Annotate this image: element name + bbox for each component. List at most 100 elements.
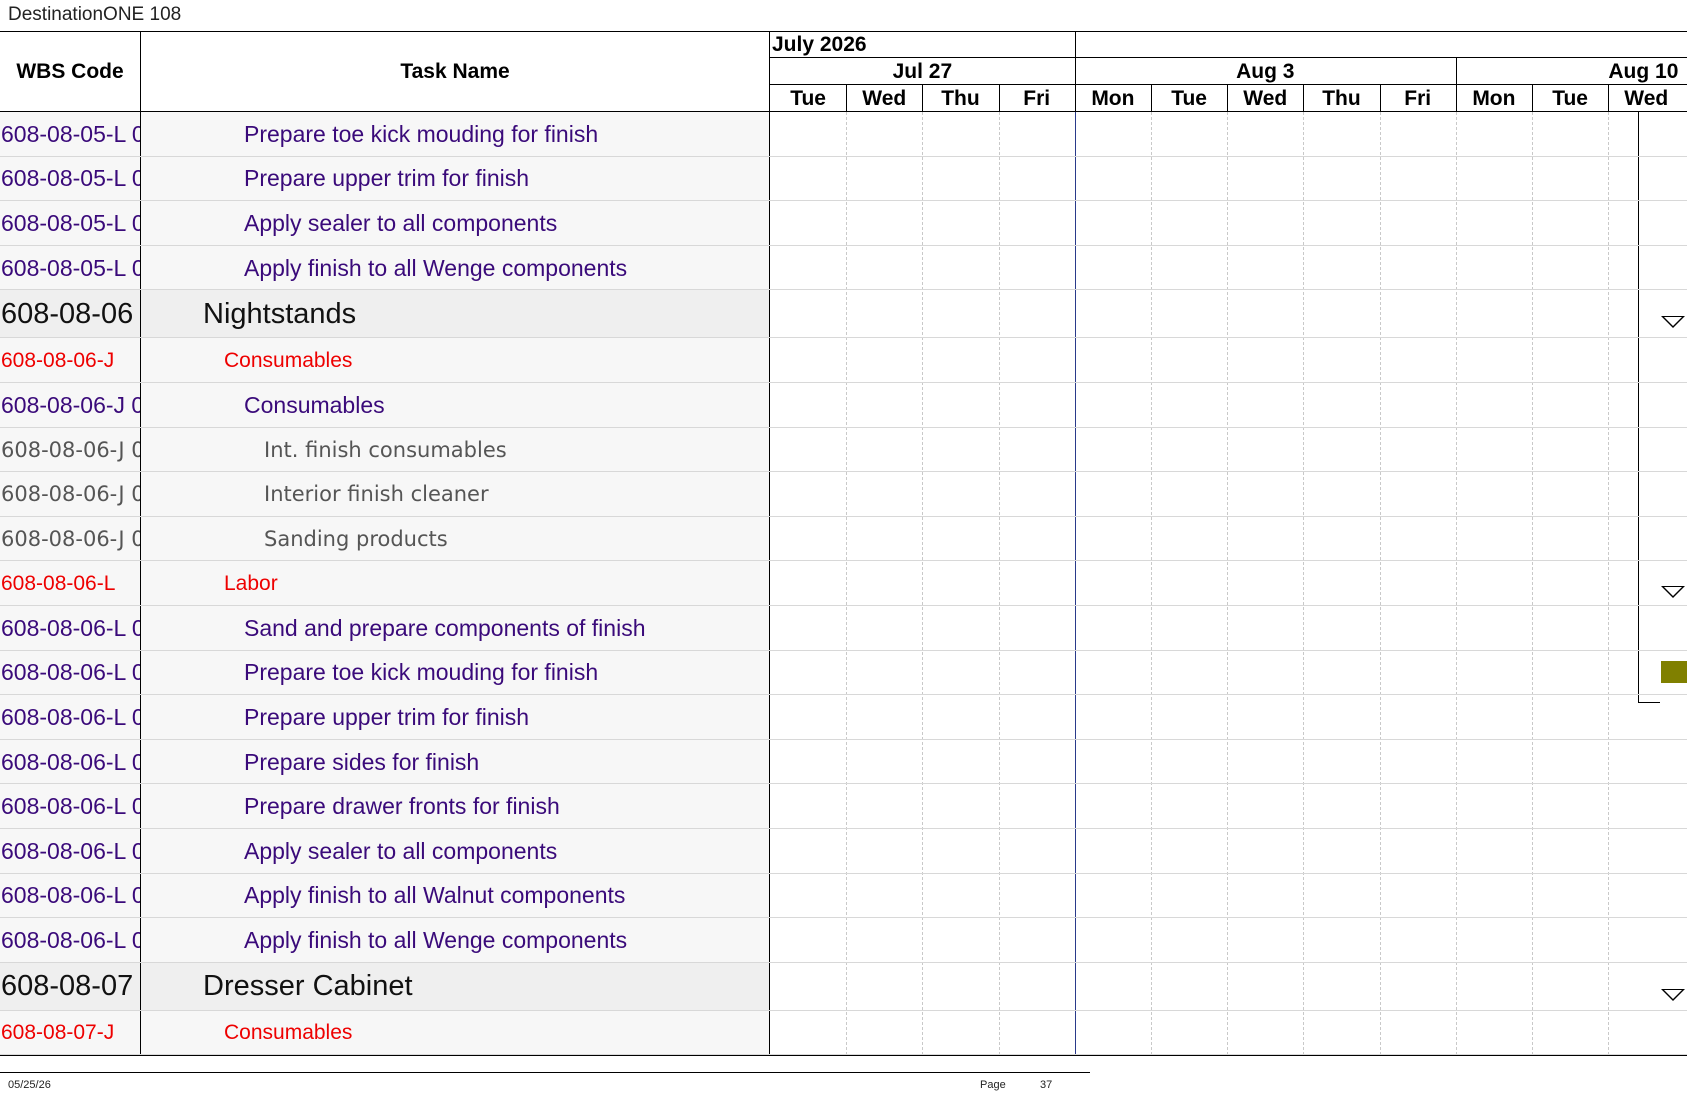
table-row[interactable]: 608-08-06-L 0 Prepare drawer fronts for f… [0, 784, 1687, 829]
table-row[interactable]: 608-08-06-J 01 Int. finish consumables [0, 427, 1687, 473]
wbs-code-cell: 608-08-05-L 0 [0, 112, 141, 157]
wbs-code-cell: 608-08-06-J 01 [0, 427, 141, 473]
summary-marker-icon [1661, 585, 1685, 598]
task-name-text: Sand and prepare components of finish [244, 614, 646, 641]
wbs-code-text: 608-08-06-L 0 [1, 614, 141, 641]
day-label: Tue [1171, 87, 1207, 110]
day-label: Tue [1552, 87, 1588, 110]
task-name-text: Apply finish to all Walnut components [244, 882, 626, 909]
day-header-divider [1379, 85, 1381, 112]
table-row[interactable]: 608-08-06-J 01 Interior finish cleaner [0, 472, 1687, 517]
summary-marker-icon [1661, 988, 1685, 1001]
table-row[interactable]: 608-08-07-J Consumables [0, 1010, 1687, 1056]
day-header-divider [998, 85, 1000, 112]
wbs-code-text: 608-08-06-L 0 [1, 703, 141, 730]
wbs-code-cell: 608-08-06-J 0 [0, 383, 141, 428]
wbs-code-text: 608-08-05-L 0 [1, 209, 141, 236]
table-row[interactable]: 608-08-06-J 01 Sanding products [0, 516, 1687, 562]
table-row[interactable]: 608-08-06-J 0 Consumables [0, 383, 1687, 428]
task-name-cell: Consumables [141, 383, 770, 428]
task-name-cell: Nightstands [141, 290, 770, 339]
wbs-code-text: 608-08-05-L 0 [1, 254, 141, 281]
wbs-code-text: 608-08-06-L 0 [1, 793, 141, 820]
wbs-code-cell: 608-08-06-L [0, 561, 141, 606]
task-name-cell: Labor [141, 561, 770, 606]
day-header-divider [1455, 85, 1457, 112]
table-row[interactable]: 608-08-05-L 0 Prepare toe kick mouding fo… [0, 112, 1687, 157]
task-name-cell: Prepare upper trim for finish [141, 156, 770, 202]
wbs-code-cell: 608-08-06-L 0 [0, 829, 141, 874]
table-row[interactable]: 608-08-07 Dresser Cabinet [0, 962, 1687, 1011]
wbs-code-text: 608-08-06-L 0 [1, 926, 141, 953]
wbs-code-cell: 608-08-06-L 0 [0, 606, 141, 651]
task-name-text: Dresser Cabinet [203, 970, 413, 1003]
day-label: Wed [1243, 87, 1288, 110]
gantt-sheet: WBS Code Task Name July 2026 Jul 27 Aug 3… [0, 31, 1687, 1057]
wbs-code-cell: 608-08-06-L 0 [0, 873, 141, 919]
task-name-cell: Prepare upper trim for finish [141, 695, 770, 740]
wbs-code-text: 608-08-06-J [1, 348, 115, 372]
table-row[interactable]: 608-08-06-L Labor [0, 561, 1687, 606]
task-name-text: Prepare toe kick mouding for finish [244, 120, 599, 147]
task-name-text: Prepare upper trim for finish [244, 703, 530, 730]
task-name-cell: Apply finish to all Wenge components [141, 918, 770, 963]
table-row[interactable]: 608-08-06-L 0 Apply finish to all Wenge c… [0, 918, 1687, 963]
wbs-code-cell: 608-08-05-L 0 [0, 156, 141, 202]
table-row[interactable]: 608-08-06-L 0 Apply finish to all Walnut … [0, 873, 1687, 919]
task-name-text: Apply sealer to all components [244, 209, 558, 236]
task-name-cell: Consumables [141, 338, 770, 383]
wbs-code-cell: 608-08-06-J [0, 338, 141, 383]
day-header-divider [846, 85, 848, 112]
table-row[interactable]: 608-08-06-L 0 Apply sealer to all compone… [0, 829, 1687, 874]
day-label: Wed [1624, 87, 1669, 110]
task-name-cell: Prepare toe kick mouding for finish [141, 650, 770, 696]
table-row[interactable]: 608-08-06-L 0 Prepare upper trim for fini… [0, 695, 1687, 740]
wbs-code-cell: 608-08-06-L 0 [0, 695, 141, 740]
task-name-cell: Prepare sides for finish [141, 739, 770, 785]
table-row[interactable]: 608-08-05-L 0 Apply sealer to all compone… [0, 201, 1687, 246]
table-row[interactable]: 608-08-05-L 0 Prepare upper trim for fini… [0, 156, 1687, 202]
task-name-text: Consumables [244, 391, 385, 418]
wbs-code-text: 608-08-06-L 0 [1, 748, 141, 775]
wbs-code-cell: 608-08-06-L 0 [0, 739, 141, 785]
wbs-code-text: 608-08-05-L 0 [1, 165, 141, 192]
task-name-text: Apply sealer to all components [244, 837, 558, 864]
wbs-code-text: 608-08-05-L 0 [1, 120, 141, 147]
task-name-cell: Sanding products [141, 516, 770, 562]
task-name-text: Apply finish to all Wenge components [244, 926, 628, 953]
week-label: Aug 10 [1608, 60, 1679, 83]
day-label: Mon [1091, 87, 1135, 110]
task-name-text: Interior finish cleaner [264, 482, 489, 507]
wbs-code-header[interactable]: WBS Code [0, 32, 141, 112]
day-label: Fri [1404, 87, 1432, 110]
day-header-divider [1303, 85, 1305, 112]
task-name-cell: Consumables [141, 1010, 770, 1056]
table-row[interactable]: 608-08-06 Nightstands [0, 290, 1687, 339]
wbs-code-cell: 608-08-07 [0, 962, 141, 1011]
table-row[interactable]: 608-08-06-L 0 Prepare toe kick mouding fo… [0, 650, 1687, 696]
wbs-code-cell: 608-08-06-J 01 [0, 516, 141, 562]
task-name-cell: Interior finish cleaner [141, 472, 770, 517]
task-name-text: Prepare drawer fronts for finish [244, 793, 560, 820]
week-boundary [1455, 58, 1457, 85]
table-row[interactable]: 608-08-05-L 0 Apply finish to all Wenge c… [0, 245, 1687, 291]
wbs-code-cell: 608-08-07-J [0, 1010, 141, 1056]
week-boundary [1074, 58, 1076, 85]
task-name-cell: Apply finish to all Walnut components [141, 873, 770, 919]
table-row[interactable]: 608-08-06-L 0 Sand and prepare components… [0, 606, 1687, 651]
wbs-code-cell: 608-08-06 [0, 290, 141, 339]
table-row[interactable]: 608-08-06-L 0 Prepare sides for finish [0, 739, 1687, 785]
document-title: DestinationONE 108 [8, 4, 182, 25]
task-name-cell: Int. finish consumables [141, 427, 770, 473]
wbs-code-text: 608-08-06-J 0 [1, 391, 141, 418]
table-row[interactable]: 608-08-06-J Consumables [0, 338, 1687, 383]
footer-divider [0, 1072, 1090, 1073]
task-name-cell: Dresser Cabinet [141, 962, 770, 1011]
task-name-text: Consumables [224, 1021, 353, 1045]
wbs-code-cell: 608-08-06-L 0 [0, 918, 141, 963]
footer-page-label: Page [980, 1079, 1006, 1091]
task-name-header[interactable]: Task Name [141, 32, 770, 112]
wbs-code-text: 608-08-06-L 0 [1, 837, 141, 864]
week-label: Aug 3 [1236, 60, 1295, 83]
task-bar[interactable] [1661, 660, 1687, 683]
